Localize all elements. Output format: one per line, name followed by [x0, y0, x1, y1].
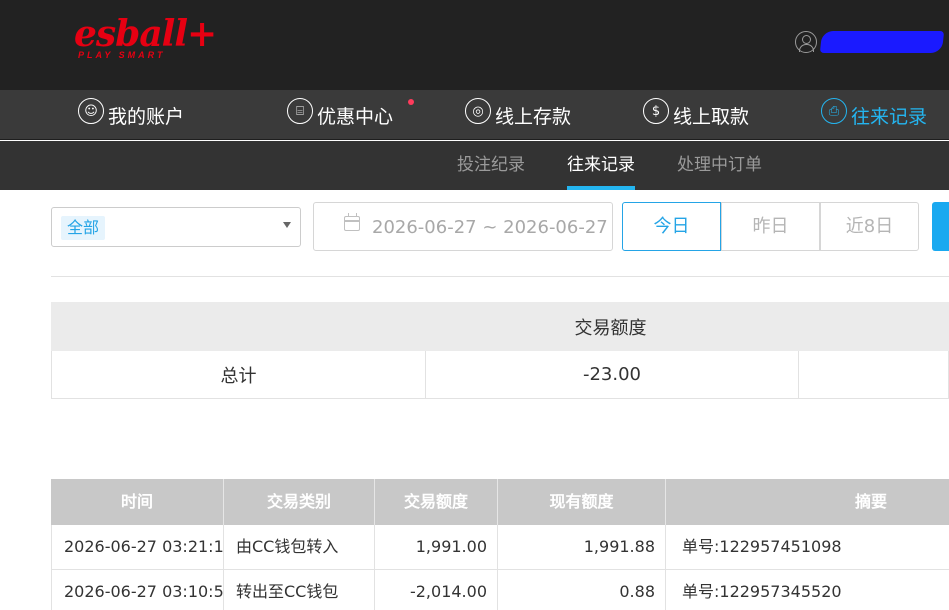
- user-avatar-icon[interactable]: [795, 31, 817, 53]
- date-range-value: 2026-06-27 ~ 2026-06-27: [372, 217, 608, 238]
- nav-label: 我的账户: [108, 105, 185, 128]
- col-amount: 交易额度: [375, 479, 498, 525]
- cell-type: 转出至CC钱包: [224, 570, 375, 610]
- gift-icon: ⌸: [287, 98, 313, 124]
- caret-down-icon: [283, 222, 291, 228]
- cell-memo: 单号:122957345520: [682, 582, 842, 601]
- selected-type-tag[interactable]: 全部: [61, 216, 106, 240]
- summary-total-cut-off: [798, 351, 949, 398]
- col-balance: 现有额度: [498, 479, 666, 525]
- logo-wordmark: esball+: [74, 13, 217, 55]
- cell-amount: 1,991.00: [375, 525, 498, 569]
- notification-dot: [408, 99, 414, 105]
- transactions-table-header: 时间 交易类别 交易额度 现有额度 摘要: [51, 479, 949, 525]
- cell-amount: -2,014.00: [375, 570, 498, 610]
- table-row: 2026-06-27 03:10:52 转出至CC钱包 -2,014.00 0.…: [51, 570, 949, 610]
- summary-header-amount: 交易额度: [574, 317, 647, 339]
- cell-time: 2026-06-27 03:21:15: [52, 525, 224, 569]
- col-type: 交易类别: [224, 479, 375, 525]
- nav-label: 往来记录: [851, 105, 928, 128]
- tab-pending-orders[interactable]: 处理中订单: [677, 141, 762, 190]
- tab-transaction-records[interactable]: 往来记录: [567, 141, 635, 190]
- withdraw-icon: $: [643, 98, 669, 124]
- col-memo: 摘要: [854, 492, 887, 511]
- quick-range-today-button[interactable]: 今日: [622, 202, 721, 251]
- nav-label: 线上取款: [673, 105, 750, 128]
- main-nav: ☺ 我的账户 ⌸ 优惠中心 ◎ 线上存款 $ 线上取款 ⎙ 往来记录: [0, 90, 949, 140]
- cell-memo: 单号:122957451098: [682, 537, 842, 556]
- esball-logo[interactable]: esball+ PLAY SMART: [74, 13, 217, 60]
- nav-item-promotions[interactable]: ⌸ 优惠中心: [287, 90, 414, 140]
- quick-range-8days-button[interactable]: 近8日: [820, 202, 919, 251]
- cell-balance: 1,991.88: [498, 525, 666, 569]
- tab-bet-records[interactable]: 投注纪录: [457, 141, 525, 190]
- nav-label: 优惠中心: [317, 105, 394, 128]
- nav-item-deposit[interactable]: ◎ 线上存款: [465, 90, 571, 140]
- cell-balance: 0.88: [498, 570, 666, 610]
- deposit-icon: ◎: [465, 98, 491, 124]
- sub-nav: 投注纪录 往来记录 处理中订单: [0, 141, 949, 190]
- table-row: 2026-06-27 03:21:15 由CC钱包转入 1,991.00 1,9…: [51, 525, 949, 570]
- summary-total-label: 总计: [220, 365, 257, 387]
- user-icon: ☺: [78, 98, 104, 124]
- nav-item-my-account[interactable]: ☺ 我的账户: [78, 90, 184, 140]
- top-header: esball+ PLAY SMART: [0, 0, 949, 90]
- search-button[interactable]: [932, 202, 949, 251]
- user-account-area[interactable]: [795, 31, 945, 53]
- quick-range-yesterday-button[interactable]: 昨日: [721, 202, 820, 251]
- nav-label: 线上存款: [495, 105, 572, 128]
- records-icon: ⎙: [821, 98, 847, 124]
- summary-header-cut-off: [797, 302, 949, 351]
- nav-item-withdraw[interactable]: $ 线上取款: [643, 90, 749, 140]
- calendar-icon: [344, 213, 360, 231]
- summary-total-row: 总计 -23.00: [51, 351, 949, 399]
- transaction-type-select[interactable]: 全部: [51, 207, 301, 247]
- summary-total-amount: -23.00: [425, 351, 798, 398]
- nav-item-records[interactable]: ⎙ 往来记录: [821, 90, 927, 140]
- cell-type: 由CC钱包转入: [224, 525, 375, 569]
- divider: [51, 276, 949, 277]
- cell-time: 2026-06-27 03:10:52: [52, 570, 224, 610]
- summary-header: 交易额度: [51, 302, 949, 351]
- redacted-username: [819, 31, 945, 53]
- date-range-picker[interactable]: 2026-06-27 ~ 2026-06-27: [313, 202, 613, 251]
- col-time: 时间: [51, 479, 224, 525]
